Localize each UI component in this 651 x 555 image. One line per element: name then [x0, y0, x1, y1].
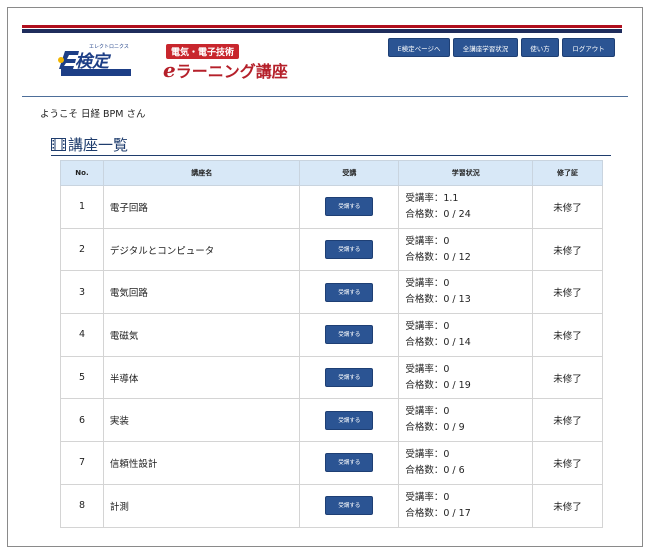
row-no: 3: [60, 270, 104, 315]
course-name: 半導体: [102, 355, 301, 400]
top-accent-red: [22, 25, 622, 28]
certificate-status: 未修了: [532, 270, 603, 315]
welcome-message: ようこそ 日経 BPM さん: [40, 109, 146, 120]
course-name: 信頼性設計: [102, 441, 301, 485]
site-title-e: e: [163, 58, 176, 82]
nav-usage-button[interactable]: 使い方: [521, 38, 559, 57]
take-course-button[interactable]: 受講する: [325, 410, 374, 430]
site-title-text: ラーニング講座: [175, 62, 288, 81]
top-nav: E検定ページへ 全講座学習状況 使い方 ログアウト: [388, 38, 615, 57]
row-no: 7: [60, 441, 104, 485]
header-divider: [22, 96, 628, 97]
certificate-status: 未修了: [532, 441, 603, 485]
row-no: 2: [60, 227, 104, 272]
table-row: 4 電磁気 受講する 受講率：0 合格数：0 / 14 未修了: [60, 313, 603, 357]
attendance-rate: 受講率：0: [405, 278, 450, 290]
attendance-rate: 受講率：0: [405, 235, 450, 247]
site-title: eラーニング講座: [163, 58, 288, 82]
table-row: 1 電子回路 受講する 受講率：1.1 合格数：0 / 24 未修了: [60, 185, 603, 229]
row-no: 6: [60, 398, 104, 443]
course-name: デジタルとコンピュータ: [102, 227, 301, 272]
attendance-rate: 受講率：0: [405, 448, 450, 460]
certificate-status: 未修了: [532, 398, 603, 443]
category-label: 電気・電子技術: [166, 44, 240, 59]
passed-count: 合格数：0 / 6: [405, 464, 465, 476]
attendance-rate: 受講率：0: [405, 363, 450, 375]
section-title: 講座一覧: [68, 136, 129, 154]
attendance-rate: 受講率：1.1: [405, 192, 459, 204]
passed-count: 合格数：0 / 14: [405, 336, 471, 348]
section-divider: [51, 155, 611, 156]
nav-all-status-button[interactable]: 全講座学習状況: [453, 38, 518, 57]
table-row: 6 実装 受講する 受講率：0 合格数：0 / 9 未修了: [60, 398, 603, 443]
passed-count: 合格数：0 / 12: [405, 251, 471, 263]
certificate-status: 未修了: [532, 313, 603, 357]
course-name: 電気回路: [102, 270, 301, 315]
header-no: No.: [60, 160, 104, 186]
header-status: 学習状況: [398, 160, 534, 186]
passed-count: 合格数：0 / 17: [405, 507, 471, 519]
take-course-button[interactable]: 受講する: [325, 325, 374, 345]
certificate-status: 未修了: [532, 355, 603, 400]
header-take: 受講: [299, 160, 400, 186]
table-row: 8 計測 受講する 受講率：0 合格数：0 / 17 未修了: [60, 483, 603, 528]
top-accent-navy: [22, 29, 622, 33]
take-course-button[interactable]: 受講する: [325, 197, 374, 217]
passed-count: 合格数：0 / 13: [405, 294, 471, 306]
certificate-status: 未修了: [532, 185, 603, 229]
course-name: 実装: [102, 398, 301, 443]
row-no: 8: [60, 483, 104, 528]
table-header-row: No. 講座名 受講 学習状況 修了証: [60, 160, 603, 186]
certificate-status: 未修了: [532, 483, 603, 528]
nav-logout-button[interactable]: ログアウト: [562, 38, 615, 57]
table-row: 7 信頼性設計 受講する 受講率：0 合格数：0 / 6 未修了: [60, 441, 603, 485]
row-no: 4: [60, 313, 104, 357]
take-course-button[interactable]: 受講する: [325, 368, 374, 388]
e-kentei-logo[interactable]: エレクトロニクス 検定: [55, 44, 135, 81]
attendance-rate: 受講率：0: [405, 491, 450, 503]
passed-count: 合格数：0 / 9: [405, 422, 465, 434]
header-certificate: 修了証: [532, 160, 603, 186]
nav-kentei-page-button[interactable]: E検定ページへ: [388, 38, 450, 57]
course-name: 電子回路: [102, 185, 301, 229]
attendance-rate: 受講率：0: [405, 406, 450, 418]
take-course-button[interactable]: 受講する: [325, 240, 374, 260]
take-course-button[interactable]: 受講する: [325, 496, 374, 516]
table-row: 2 デジタルとコンピュータ 受講する 受講率：0 合格数：0 / 12 未修了: [60, 227, 603, 272]
course-table: No. 講座名 受講 学習状況 修了証 1 電子回路 受講する 受講率：1.1 合…: [60, 160, 603, 528]
section-heading: 講座一覧: [51, 134, 128, 155]
take-course-button[interactable]: 受講する: [325, 282, 374, 302]
course-name: 電磁気: [102, 313, 301, 357]
table-row: 5 半導体 受講する 受講率：0 合格数：0 / 19 未修了: [60, 355, 603, 400]
attendance-rate: 受講率：0: [405, 320, 450, 332]
certificate-status: 未修了: [532, 227, 603, 272]
take-course-button[interactable]: 受講する: [325, 453, 374, 473]
logo-underline: [61, 69, 131, 76]
course-name: 計測: [102, 483, 301, 528]
header-course-name: 講座名: [102, 160, 301, 186]
passed-count: 合格数：0 / 19: [405, 379, 471, 391]
film-icon: [51, 138, 66, 151]
table-row: 3 電気回路 受講する 受講率：0 合格数：0 / 13 未修了: [60, 270, 603, 315]
passed-count: 合格数：0 / 24: [405, 208, 471, 220]
row-no: 1: [60, 185, 104, 229]
row-no: 5: [60, 355, 104, 400]
